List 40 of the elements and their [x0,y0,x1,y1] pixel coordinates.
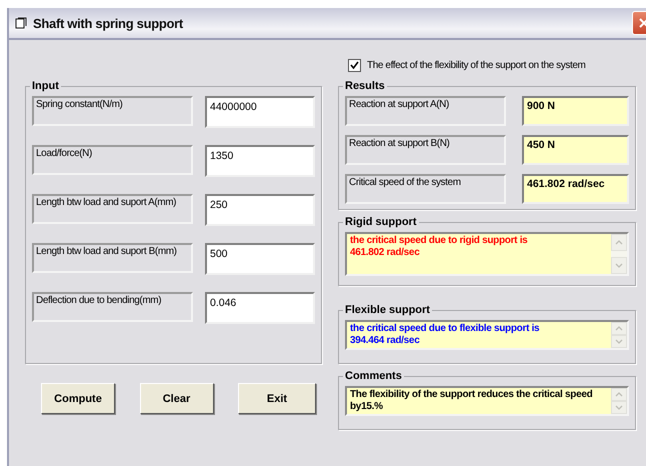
result-label: Reaction at support A(N) [345,96,506,126]
group-title: Results [344,80,386,92]
scroll-down-icon[interactable] [611,335,627,348]
group-title: Comments [344,370,403,382]
window-icon [15,17,27,29]
result-label: Reaction at support B(N) [345,135,506,165]
scroll-up-icon[interactable] [611,322,627,335]
action-button[interactable]: Clear [140,383,214,414]
checkbox[interactable] [348,58,361,72]
input-field[interactable]: 250 [205,194,315,226]
action-button[interactable]: Compute [41,383,115,414]
input-field[interactable]: 500 [205,243,315,275]
field-label: Deflection due to bending(mm) [32,292,193,322]
message-box[interactable]: the critical speed due to flexible support is 394.464 rad/sec [345,320,629,350]
scroll-down-icon[interactable] [611,401,627,414]
action-button[interactable]: Exit [238,383,316,414]
message-text: the critical speed due to rigid support is 461.802 rad/sec [349,234,528,260]
input-field[interactable]: 0.046 [205,292,315,324]
window-title: Shaft with spring support [33,16,183,30]
field-label: Length btw load and suport B(mm) [32,243,193,273]
message-box[interactable]: the critical speed due to rigid support is 461.802 rad/sec [345,232,629,276]
scroll-down-icon[interactable] [611,257,627,274]
field-label: Spring constant(N/m) [32,96,193,126]
scroll-up-icon[interactable] [611,234,627,251]
checkbox-label: The effect of the flexibility of the support on the system [367,60,586,70]
group-title: Input [31,80,60,92]
scroll-up-icon[interactable] [611,388,627,401]
field-label: Length btw load and suport A(mm) [32,194,193,224]
group-title: Rigid support [344,216,418,228]
result-field[interactable]: 461.802 rad/sec [522,174,629,204]
message-text: the critical speed due to flexible support is 394.464 rad/sec [349,322,540,348]
result-field[interactable]: 450 N [522,135,629,165]
result-label: Critical speed of the system [345,174,506,204]
input-field[interactable]: 1350 [205,145,315,177]
input-field[interactable]: 44000000 [205,96,315,128]
field-label: Load/force(N) [32,145,193,175]
message-box[interactable]: The flexibility of the support reduces the critical speed by15.% [345,386,629,416]
result-field[interactable]: 900 N [522,96,629,126]
group-title: Flexible support [344,304,431,316]
message-text: The flexibility of the support reduces the critical speed by15.% [349,388,594,414]
